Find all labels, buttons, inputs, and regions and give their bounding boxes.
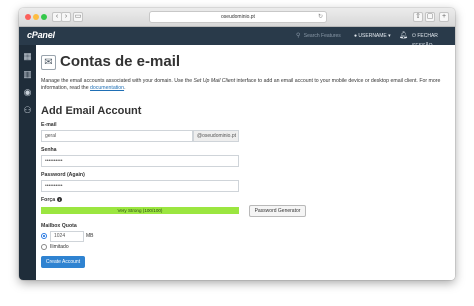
password-strength-meter: Very Strong (100/100) bbox=[41, 207, 239, 214]
browser-toolbar: ‹ › ▭ oseudominio.pt ↻ ⇧ ▢ + bbox=[19, 8, 455, 27]
password-field[interactable]: •••••••••• bbox=[41, 155, 239, 167]
strength-label: Força i bbox=[41, 197, 63, 203]
quota-limited-radio[interactable] bbox=[41, 233, 47, 239]
maximize-window-button[interactable] bbox=[41, 14, 47, 20]
share-icon[interactable]: ⇧ bbox=[413, 12, 423, 22]
documentation-link[interactable]: documentation bbox=[90, 85, 124, 91]
user-menu[interactable]: ● USERNAME ▾ bbox=[354, 31, 391, 41]
tabs-icon[interactable]: ▢ bbox=[425, 12, 435, 22]
forward-button[interactable]: › bbox=[61, 12, 71, 22]
set-up-mail-client-ref: Set Up Mail Client bbox=[193, 78, 236, 84]
quota-input[interactable]: 1024 bbox=[50, 231, 84, 242]
users-icon[interactable]: ⚇ bbox=[22, 105, 33, 116]
minimize-window-button[interactable] bbox=[33, 14, 39, 20]
address-bar[interactable]: oseudominio.pt ↻ bbox=[149, 11, 327, 23]
password-again-label: Password (Again) bbox=[41, 172, 85, 178]
user-icon: ● bbox=[354, 33, 358, 39]
quota-unlimited-label: Ilimitado bbox=[50, 244, 69, 250]
cpanel-header: cPanel ⚲ Search Features ● USERNAME ▾ 🔔︎… bbox=[19, 27, 455, 49]
search-placeholder: Search Features bbox=[303, 33, 341, 39]
email-domain-addon: @oseudominio.pt bbox=[193, 130, 239, 142]
quota-unlimited-radio[interactable] bbox=[41, 244, 47, 250]
main-content: ✉ Contas de e-mail Manage the email acco… bbox=[36, 45, 455, 280]
chevron-down-icon: ▾ bbox=[388, 33, 391, 39]
mailbox-quota-label: Mailbox Quota bbox=[41, 223, 77, 229]
address-bar-url: oseudominio.pt bbox=[221, 14, 255, 20]
section-title: Add Email Account bbox=[41, 105, 142, 117]
reload-icon[interactable]: ↻ bbox=[318, 12, 323, 22]
email-field[interactable]: geral bbox=[41, 130, 193, 142]
notifications-bell-icon[interactable]: 🔔︎ bbox=[399, 31, 408, 41]
sidebar: ▦ ▥ ◉ ⚇ bbox=[19, 45, 36, 280]
create-account-button[interactable]: Create Account bbox=[41, 256, 85, 268]
quota-unit-label: MB bbox=[86, 233, 94, 239]
password-label: Senha bbox=[41, 147, 57, 153]
grid-icon[interactable]: ▦ bbox=[22, 51, 33, 62]
password-generator-button[interactable]: Password Generator bbox=[249, 205, 306, 217]
email-label: E-mail bbox=[41, 122, 57, 128]
page-description: Manage the email accounts associated wit… bbox=[41, 78, 441, 91]
sidebar-toggle-icon[interactable]: ▭ bbox=[73, 12, 83, 22]
strength-text: Very Strong (100/100) bbox=[117, 208, 163, 213]
stats-chart-icon[interactable]: ▥ bbox=[22, 69, 33, 80]
cpanel-logo[interactable]: cPanel bbox=[27, 30, 55, 40]
power-icon: ⏻ bbox=[412, 33, 416, 39]
search-icon: ⚲ bbox=[296, 33, 301, 39]
close-window-button[interactable] bbox=[25, 14, 31, 20]
palette-icon[interactable]: ◉ bbox=[22, 87, 33, 98]
new-tab-button[interactable]: + bbox=[439, 12, 449, 22]
browser-window: ‹ › ▭ oseudominio.pt ↻ ⇧ ▢ + cPanel ⚲ Se… bbox=[19, 8, 455, 280]
username-label: USERNAME bbox=[358, 33, 387, 39]
email-account-icon: ✉ bbox=[41, 55, 56, 70]
page-title: Contas de e-mail bbox=[60, 53, 181, 70]
info-icon[interactable]: i bbox=[57, 197, 63, 203]
password-again-field[interactable]: •••••••••• bbox=[41, 180, 239, 192]
